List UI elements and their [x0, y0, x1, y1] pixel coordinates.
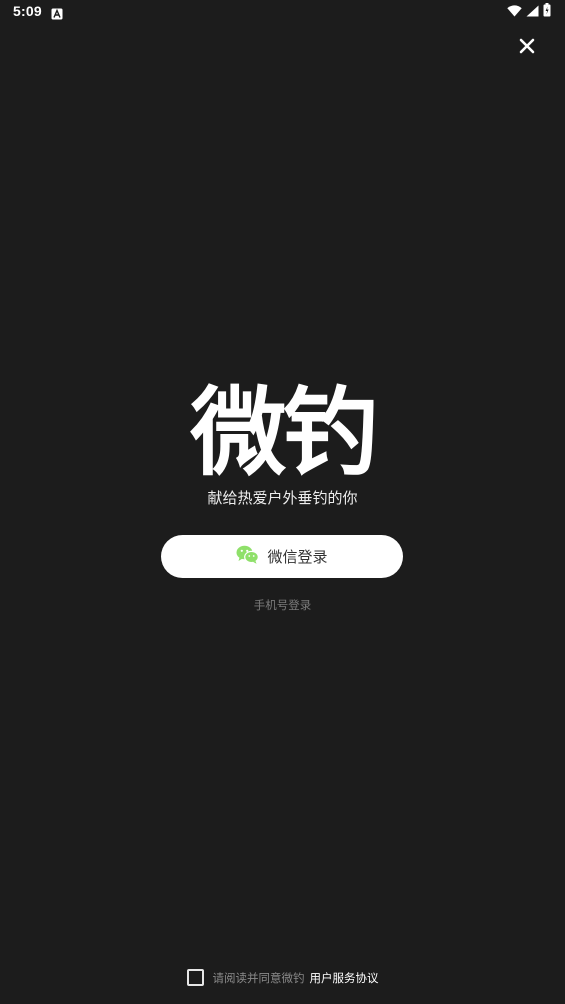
agreement-checkbox[interactable]	[186, 969, 204, 986]
status-bar: 5:09	[0, 0, 565, 24]
close-icon	[519, 38, 535, 58]
agreement-row: 请阅读并同意微钓 用户服务协议	[0, 969, 565, 986]
wechat-icon	[236, 545, 260, 568]
wechat-login-label: 微信登录	[267, 548, 328, 566]
a-letter-icon	[51, 5, 63, 20]
phone-login-link[interactable]: 手机号登录	[0, 597, 565, 613]
agreement-text: 请阅读并同意微钓	[212, 970, 305, 985]
app-slogan: 献给热爱户外垂钓的你	[207, 489, 358, 507]
app-logo-title: 微钓	[190, 377, 379, 489]
close-button[interactable]	[514, 35, 540, 61]
wechat-login-button[interactable]: 微信登录	[161, 535, 403, 578]
status-time: 5:09	[13, 3, 42, 19]
status-indicators	[507, 2, 551, 21]
cell-signal-icon	[526, 2, 539, 21]
battery-icon	[543, 2, 551, 21]
wifi-icon	[507, 2, 522, 21]
user-agreement-link[interactable]: 用户服务协议	[310, 970, 379, 986]
